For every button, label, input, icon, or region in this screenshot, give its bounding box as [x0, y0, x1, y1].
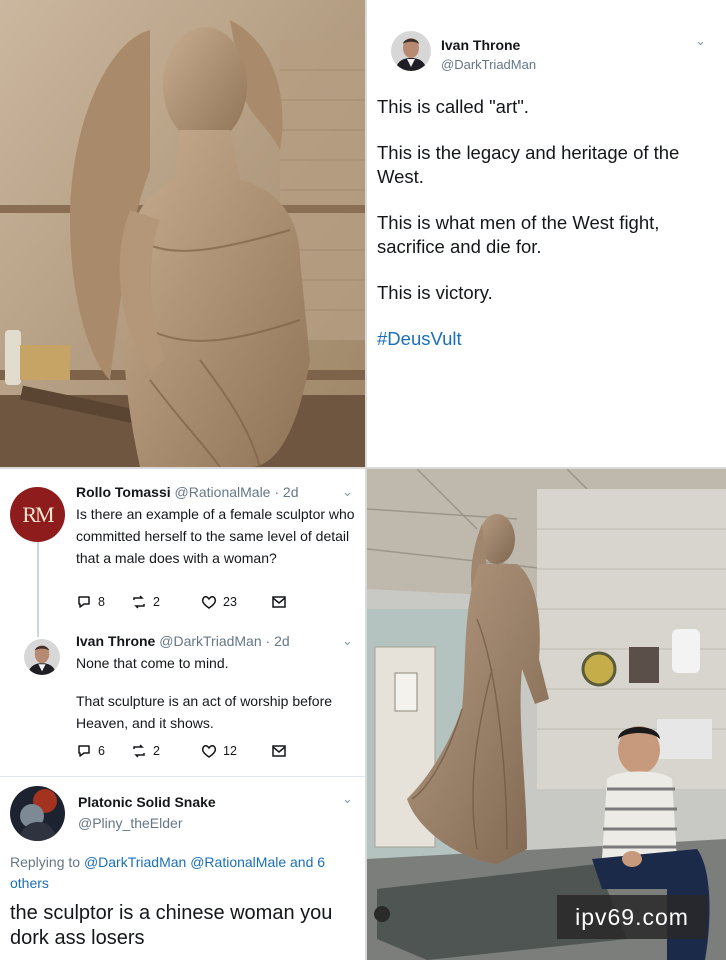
studio-photo-image: [367, 469, 726, 960]
chevron-down-icon[interactable]: ⌄: [342, 633, 353, 649]
reply-handle-time[interactable]: @DarkTriadMan · 2d: [159, 633, 289, 649]
like-button[interactable]: 12: [201, 743, 271, 759]
grid-divider-horizontal: [0, 467, 726, 469]
replying-to-line: Replying to @DarkTriadMan @RationalMale …: [10, 852, 355, 894]
tweet-line: This is what men of the West fight, sacr…: [377, 212, 660, 257]
reply-author-name[interactable]: Platonic Solid Snake: [78, 794, 216, 810]
retweet-count: 2: [153, 595, 160, 609]
avatar-monogram: RM: [22, 501, 54, 527]
platonic-solid-snake-avatar[interactable]: [10, 786, 65, 841]
reply-text: Is there an example of a female sculptor…: [76, 506, 355, 566]
reply-actions: 8 2 23: [76, 594, 287, 610]
thread-connector-line: [37, 541, 39, 637]
reply-handle[interactable]: @Pliny_theElder: [78, 815, 183, 831]
ivan-throne-avatar[interactable]: [24, 639, 60, 675]
sculptor-with-statue-photo: ipv69.com: [367, 469, 726, 960]
retweet-icon: [133, 595, 145, 609]
like-count: 23: [223, 595, 237, 609]
retweet-button[interactable]: 2: [131, 743, 201, 759]
envelope-icon: [272, 745, 286, 757]
hashtag-link[interactable]: #DeusVult: [377, 327, 717, 351]
tweet-divider: [0, 776, 365, 777]
reply-author-name[interactable]: Ivan Throne: [76, 633, 155, 649]
retweet-count: 2: [153, 744, 160, 758]
heart-icon: [201, 745, 217, 758]
tweet-author-handle[interactable]: @DarkTriadMan: [441, 57, 536, 72]
like-count: 12: [223, 744, 237, 758]
reply-icon: [78, 745, 90, 757]
watermark-box: ipv69.com: [557, 895, 707, 939]
grid-divider-vertical: [365, 0, 367, 960]
reply-author-name[interactable]: Rollo Tomassi: [76, 484, 171, 500]
reply-text: That sculpture is an act of worship befo…: [76, 693, 333, 731]
reply-text: None that come to mind.: [76, 655, 229, 671]
reply-handle-time[interactable]: @RationalMale · 2d: [175, 484, 299, 500]
reply-button[interactable]: 6: [76, 743, 131, 759]
tweet-line: This is called "art".: [377, 96, 529, 117]
reply-icon: [78, 596, 90, 608]
reply-button[interactable]: 8: [76, 594, 131, 610]
envelope-icon: [272, 596, 286, 608]
reply-author: Rollo Tomassi @RationalMale · 2d: [76, 484, 298, 500]
main-tweet-card: Ivan Throne @DarkTriadMan ⌄ This is call…: [367, 0, 726, 467]
tweet-author-name[interactable]: Ivan Throne: [441, 37, 520, 53]
chevron-down-icon[interactable]: ⌄: [695, 33, 706, 49]
sculpture-close-up-image: [0, 0, 365, 467]
reply-author: Ivan Throne @DarkTriadMan · 2d: [76, 633, 290, 649]
message-button[interactable]: [271, 743, 287, 759]
tweet-line: This is victory.: [377, 282, 493, 303]
ivan-throne-avatar[interactable]: [391, 31, 431, 71]
reply-text: the sculptor is a chinese woman you dork…: [10, 902, 333, 949]
replying-to-prefix: Replying to: [10, 854, 81, 870]
chevron-down-icon[interactable]: ⌄: [342, 484, 353, 500]
reply-actions: 6 2 12: [76, 743, 287, 759]
retweet-button[interactable]: 2: [131, 594, 201, 610]
tweet-line: This is the legacy and heritage of the W…: [377, 142, 680, 187]
reply-count: 6: [98, 744, 105, 758]
heart-icon: [201, 596, 217, 609]
chevron-down-icon[interactable]: ⌄: [342, 791, 353, 807]
reply-count: 8: [98, 595, 105, 609]
watermark-text: ipv69.com: [575, 903, 689, 930]
like-button[interactable]: 23: [201, 594, 271, 610]
sculpture-close-up-photo: [0, 0, 365, 467]
tweet-body: This is called "art". This is the legacy…: [377, 95, 717, 373]
rollo-tomassi-avatar[interactable]: RM: [10, 487, 65, 542]
retweet-icon: [133, 744, 145, 758]
reply-thread: RM Rollo Tomassi @RationalMale · 2d ⌄ Is…: [0, 469, 365, 960]
message-button[interactable]: [271, 594, 287, 610]
